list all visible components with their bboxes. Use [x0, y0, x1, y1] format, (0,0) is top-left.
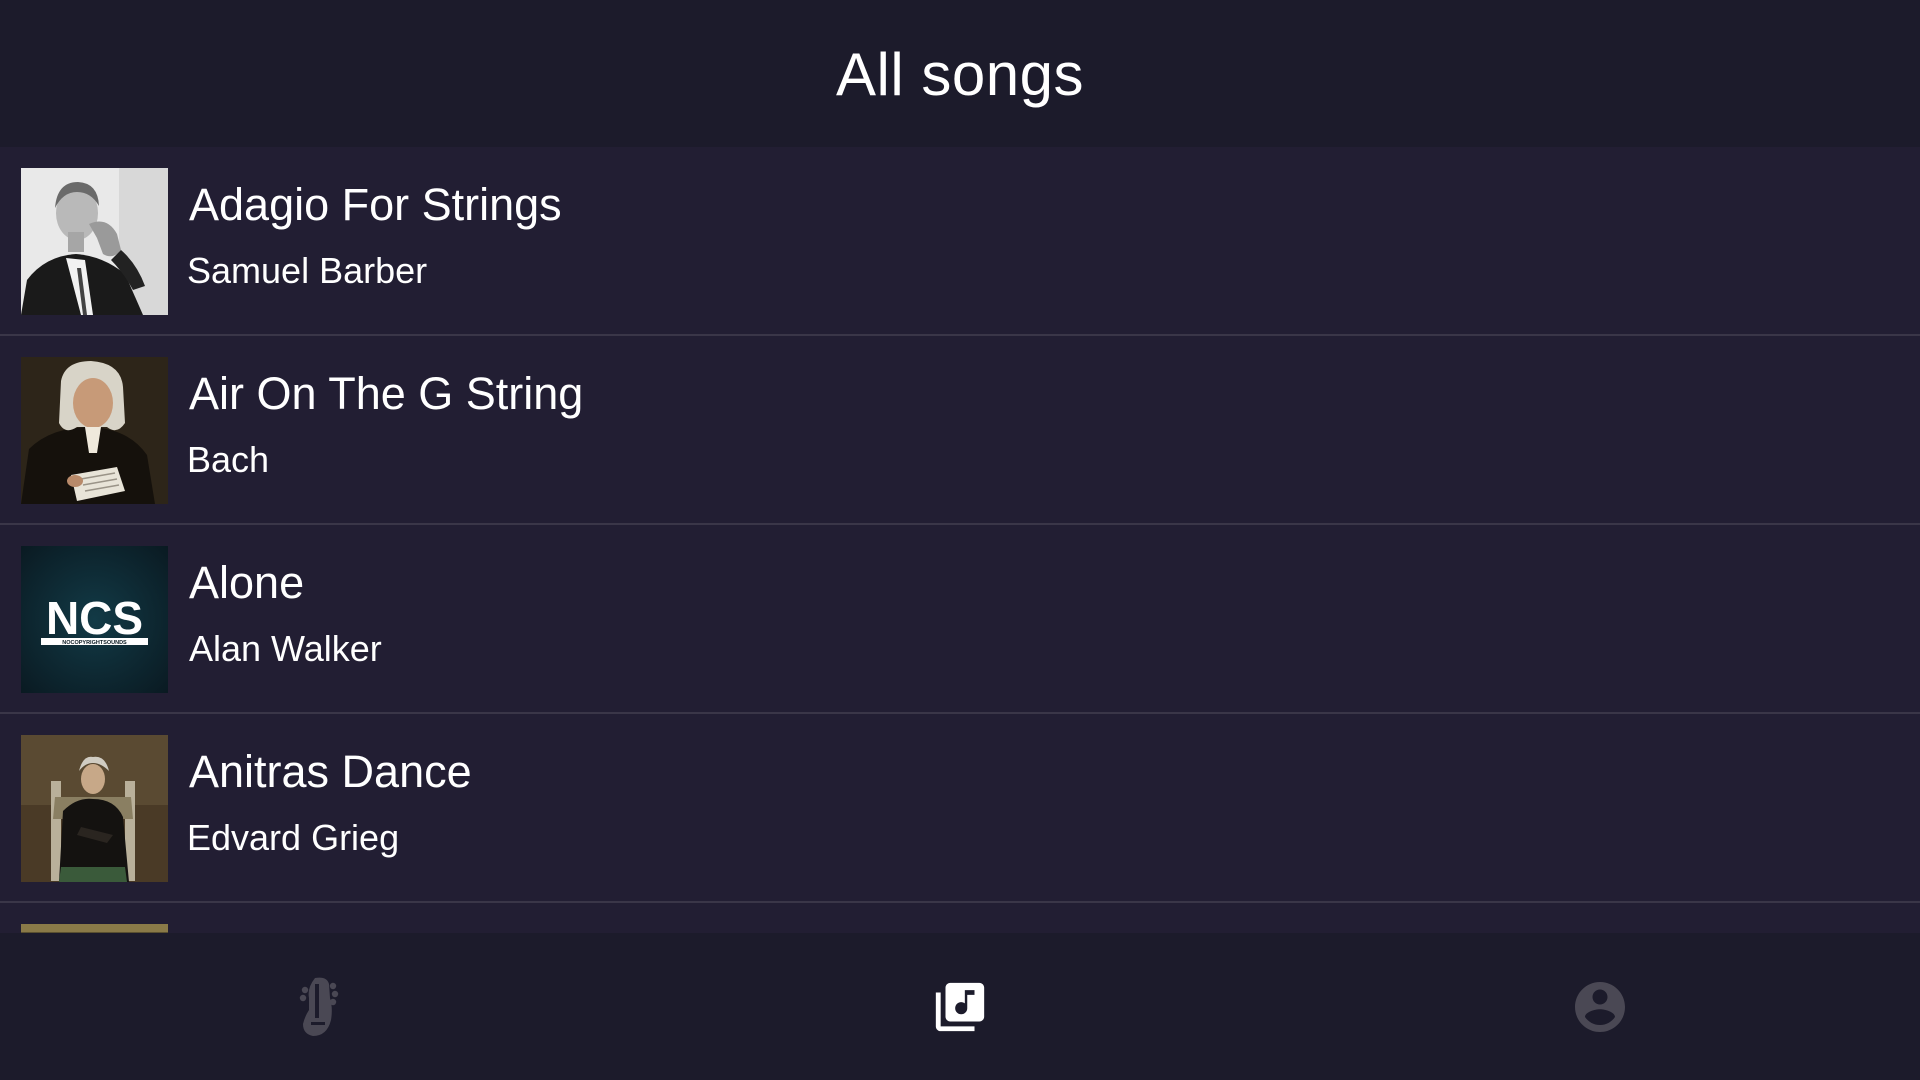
- song-row[interactable]: Anitras Dance Edvard Grieg: [0, 714, 1920, 903]
- song-artist: Edvard Grieg: [187, 817, 400, 858]
- song-artist: Bach: [187, 439, 270, 480]
- song-cover-image: [21, 357, 168, 504]
- nav-tab-songs[interactable]: [640, 933, 1280, 1080]
- song-list[interactable]: Adagio For Strings Samuel Barber Air On …: [0, 147, 1920, 933]
- song-row[interactable]: NCS NOCOPYRIGHTSOUNDS Alone Alan Walker: [0, 525, 1920, 714]
- app-root: All songs Adagio For Strings Samuel Barb…: [0, 0, 1920, 1080]
- page-title: All songs: [836, 41, 1084, 108]
- app-header: All songs: [0, 0, 1920, 147]
- song-cover-image: [21, 168, 168, 315]
- ncs-logo-subtext: NOCOPYRIGHTSOUNDS: [62, 640, 127, 646]
- bottom-navigation: [0, 933, 1920, 1080]
- song-row[interactable]: Air On The G String Bach: [0, 336, 1920, 525]
- song-artist: Samuel Barber: [187, 250, 428, 291]
- song-cover-image: NCS NOCOPYRIGHTSOUNDS: [21, 546, 168, 693]
- song-row[interactable]: Adagio For Strings Samuel Barber: [0, 147, 1920, 336]
- guitar-icon: [299, 977, 339, 1036]
- song-title: Alone: [189, 557, 305, 608]
- song-artist: Alan Walker: [189, 628, 382, 669]
- nav-tab-profile[interactable]: [1280, 933, 1920, 1080]
- account-icon: [1575, 981, 1625, 1032]
- song-row[interactable]: [0, 903, 1920, 933]
- song-cover-image: [21, 735, 168, 882]
- song-title: Air On The G String: [189, 368, 584, 419]
- song-cover-image: [21, 924, 168, 933]
- nav-tab-instrument[interactable]: [0, 933, 640, 1080]
- music-library-icon: [935, 982, 985, 1031]
- song-title: Anitras Dance: [189, 746, 472, 797]
- song-title: Adagio For Strings: [189, 179, 562, 230]
- ncs-logo-text: NCS: [46, 592, 143, 644]
